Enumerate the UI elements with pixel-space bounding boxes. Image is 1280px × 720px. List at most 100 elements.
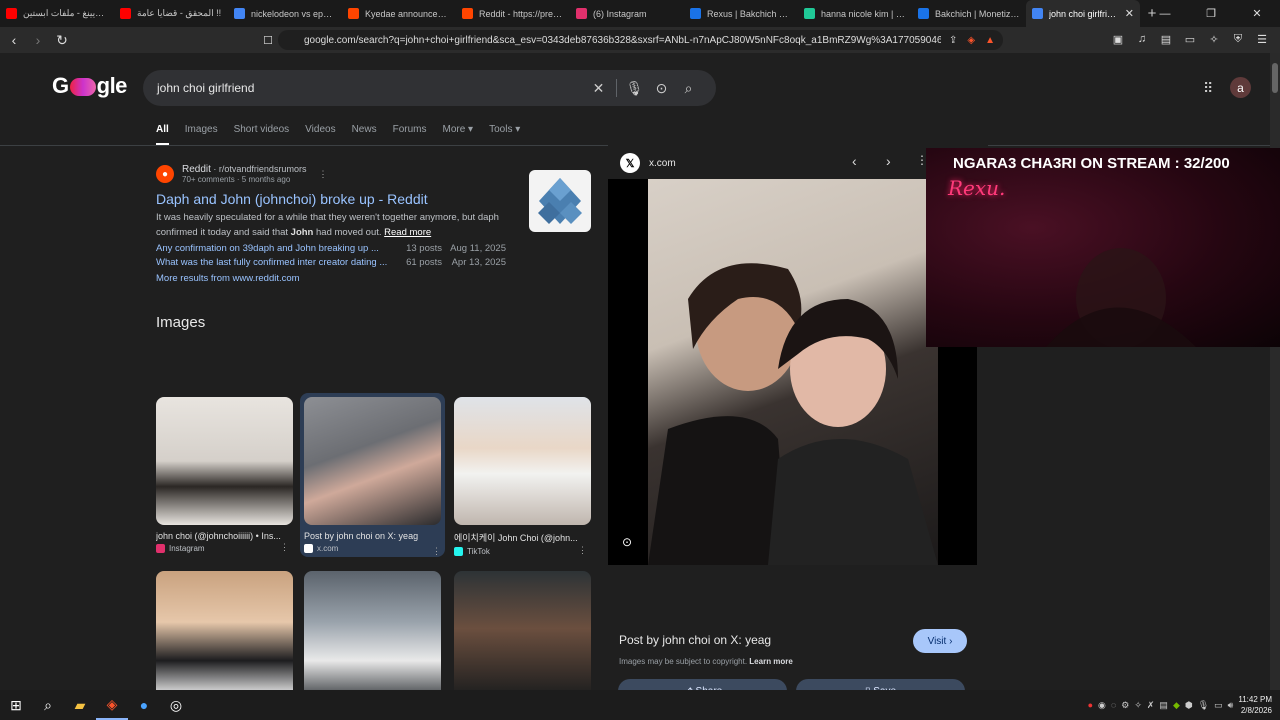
- brave-rewards-icon[interactable]: ▲: [985, 35, 995, 46]
- sub-result-link[interactable]: Any confirmation on 39daph and John brea…: [156, 243, 396, 254]
- search-tab[interactable]: News: [352, 124, 377, 145]
- share-icon[interactable]: ⇪: [949, 35, 957, 46]
- close-tab-icon[interactable]: ✕: [1125, 7, 1134, 20]
- search-tab[interactable]: Videos: [305, 124, 335, 145]
- image-thumbnail[interactable]: [454, 397, 591, 525]
- image-thumbnail[interactable]: [156, 397, 293, 525]
- result-thumbnail[interactable]: [529, 170, 591, 232]
- search-tab[interactable]: Short videos: [234, 124, 290, 145]
- network-icon[interactable]: ▭: [1214, 700, 1223, 711]
- image-more-icon[interactable]: ⋮: [578, 545, 587, 556]
- scrollbar-thumb[interactable]: [1272, 63, 1278, 93]
- microphone-icon[interactable]: 🎙︎: [621, 80, 648, 97]
- panel-title[interactable]: Post by john choi on X: yeag: [619, 633, 771, 647]
- address-bar[interactable]: google.com/search?q=john+choi+girlfriend…: [278, 30, 1003, 50]
- sub-result[interactable]: Any confirmation on 39daph and John brea…: [156, 243, 506, 254]
- forward-button[interactable]: ›: [28, 30, 48, 50]
- lens-search-icon[interactable]: ⊙: [622, 535, 632, 549]
- sub-result-link[interactable]: What was the last fully confirmed inter …: [156, 257, 396, 268]
- search-tab[interactable]: Forums: [393, 124, 427, 145]
- file-explorer-icon[interactable]: ▰: [64, 690, 96, 720]
- search-icon[interactable]: ⌕: [675, 80, 702, 97]
- next-image-icon[interactable]: ›: [886, 153, 891, 169]
- back-button[interactable]: ‹: [4, 30, 24, 50]
- read-more-link[interactable]: Read more: [384, 227, 431, 238]
- image-caption[interactable]: john choi (@johnchoiiiiii) • Ins...: [156, 531, 293, 541]
- image-result[interactable]: john choi (@johnchoiiiiii) • Ins... Insta…: [156, 397, 293, 553]
- image-result[interactable]: Post by john choi on X: yeag x.com ⋮: [300, 393, 445, 557]
- tray-app-icon[interactable]: ●: [1088, 700, 1093, 710]
- clear-icon[interactable]: ✕: [585, 80, 612, 97]
- tray-icon[interactable]: ⚙: [1121, 700, 1129, 711]
- google-logo[interactable]: Ggle: [52, 73, 127, 99]
- sub-result[interactable]: What was the last fully confirmed inter …: [156, 257, 506, 268]
- tray-icon[interactable]: ◌: [1111, 700, 1116, 710]
- visit-button[interactable]: Visit ›: [913, 629, 967, 653]
- restore-button[interactable]: ❐: [1188, 0, 1234, 27]
- panel-source[interactable]: 𝕏 x.com: [620, 153, 676, 173]
- tray-icon[interactable]: ⬢: [1185, 700, 1193, 711]
- wallet-icon[interactable]: ▭: [1182, 31, 1198, 47]
- tab-favicon-icon: [462, 8, 473, 19]
- image-thumbnail[interactable]: [304, 397, 441, 525]
- preview-image[interactable]: ⊙: [608, 179, 977, 565]
- avatar[interactable]: a: [1230, 77, 1251, 98]
- more-results-link[interactable]: More results from www.reddit.com: [156, 273, 596, 284]
- browser-tab[interactable]: Kyedae announces tha: [342, 0, 456, 27]
- discord-icon[interactable]: ◉: [1098, 700, 1106, 711]
- clock[interactable]: 11:42 PM 2/8/2026: [1238, 694, 1272, 716]
- minimize-button[interactable]: —: [1142, 0, 1188, 27]
- image-more-icon[interactable]: ⋮: [432, 546, 441, 557]
- apps-grid-icon[interactable]: ⠿: [1203, 80, 1213, 97]
- reload-button[interactable]: ↻: [52, 30, 72, 50]
- sidebar-toggle-icon[interactable]: ▣: [1110, 31, 1126, 47]
- menu-icon[interactable]: ☰: [1254, 31, 1270, 47]
- browser-tab[interactable]: Bakchich | Monetizatio: [912, 0, 1026, 27]
- browser-tab[interactable]: المحقق - قضايا عامة !!: [114, 0, 228, 27]
- obs-taskbar-icon[interactable]: ◎: [160, 690, 192, 720]
- image-more-icon[interactable]: ⋮: [280, 542, 289, 553]
- reader-icon[interactable]: ▤: [1158, 31, 1174, 47]
- lens-icon[interactable]: ⊙: [648, 80, 675, 97]
- app-taskbar-icon[interactable]: ●: [128, 690, 160, 720]
- brave-shield-icon[interactable]: ◈: [967, 35, 975, 46]
- search-taskbar-icon[interactable]: ⌕: [32, 690, 64, 720]
- search-query[interactable]: john choi girlfriend: [157, 81, 585, 95]
- search-tab[interactable]: More ▾: [443, 124, 474, 145]
- media-icon[interactable]: ♫: [1134, 31, 1150, 47]
- snippet-bold: John: [290, 227, 314, 238]
- volume-icon[interactable]: 🔊︎: [1228, 700, 1234, 711]
- windows-start-icon[interactable]: ⊞: [0, 690, 32, 720]
- tray-icon[interactable]: ✧: [1134, 700, 1142, 711]
- tray-icon[interactable]: ✗: [1147, 700, 1155, 711]
- search-tab[interactable]: All: [156, 124, 169, 145]
- browser-tab[interactable]: (6) Instagram: [570, 0, 684, 27]
- image-thumbnail[interactable]: [156, 571, 293, 699]
- search-tab[interactable]: Tools ▾: [489, 124, 520, 145]
- browser-tab[interactable]: nickelodeon vs epstein: [228, 0, 342, 27]
- leo-ai-icon[interactable]: ✧: [1206, 31, 1222, 47]
- close-window-button[interactable]: ✕: [1234, 0, 1280, 27]
- browser-tab[interactable]: john choi girlfriend ✕: [1026, 0, 1140, 27]
- microphone-tray-icon[interactable]: 🎙︎: [1198, 700, 1209, 711]
- browser-tab[interactable]: ترانديينغ - ملفات ابستين: [0, 0, 114, 27]
- browser-tab[interactable]: Rexus | Bakchich profil: [684, 0, 798, 27]
- image-caption[interactable]: 에이치케이 John Choi (@john...: [454, 531, 591, 544]
- tray-icon[interactable]: ▤: [1159, 700, 1168, 711]
- image-result[interactable]: 에이치케이 John Choi (@john... TikTok ⋮: [454, 397, 591, 556]
- image-thumbnail[interactable]: [304, 571, 441, 699]
- tab-title: Rexus | Bakchich profil: [707, 8, 792, 19]
- bookmark-icon[interactable]: ☐: [258, 30, 278, 50]
- nvidia-icon[interactable]: ◆: [1173, 700, 1180, 711]
- search-box[interactable]: john choi girlfriend ✕ 🎙︎ ⊙ ⌕: [143, 70, 716, 106]
- more-options-icon[interactable]: ⋮: [318, 169, 327, 180]
- learn-more-link[interactable]: Learn more: [749, 657, 793, 666]
- image-caption[interactable]: Post by john choi on X: yeag: [304, 531, 441, 541]
- browser-tab[interactable]: hanna nicole kim | Inst: [798, 0, 912, 27]
- previous-image-icon[interactable]: ‹: [852, 153, 857, 169]
- image-thumbnail[interactable]: [454, 571, 591, 699]
- vpn-icon[interactable]: ⛨: [1230, 31, 1246, 47]
- search-tab[interactable]: Images: [185, 124, 218, 145]
- brave-taskbar-icon[interactable]: ◈: [96, 690, 128, 720]
- browser-tab[interactable]: Reddit - https://previe: [456, 0, 570, 27]
